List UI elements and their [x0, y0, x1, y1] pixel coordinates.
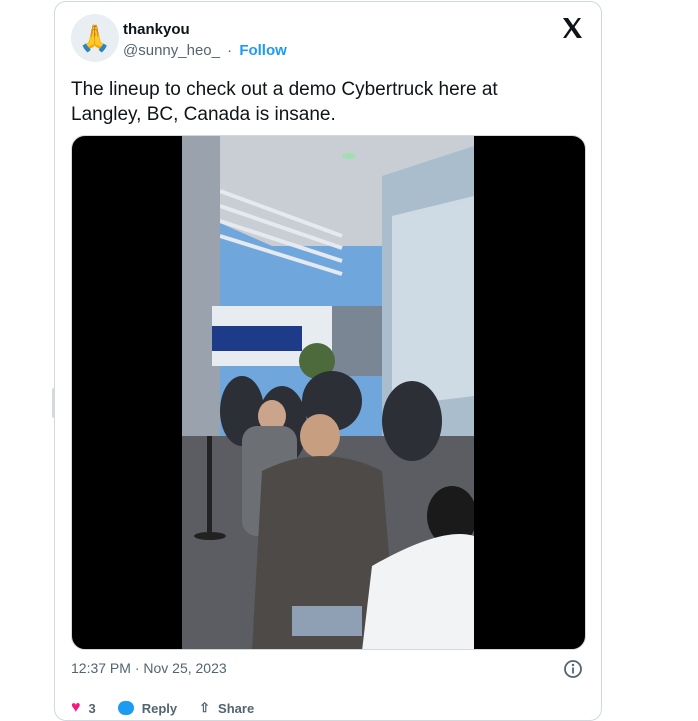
separator-dot: · — [227, 42, 233, 59]
like-button[interactable]: ♥ 3 — [71, 698, 96, 718]
tweet-card: 🙏 thankyou @sunny_heo_ · Follow The line… — [54, 1, 602, 721]
user-handle[interactable]: @sunny_heo_ — [123, 42, 220, 59]
like-count: 3 — [88, 700, 96, 716]
reply-label: Reply — [141, 700, 178, 716]
avatar[interactable]: 🙏 — [71, 14, 119, 62]
share-button[interactable]: ⇧ Share — [199, 698, 254, 718]
handle-row: @sunny_heo_ · Follow — [123, 42, 287, 59]
heart-icon: ♥ — [71, 699, 81, 716]
video-frame — [182, 136, 474, 649]
video-media[interactable] — [71, 135, 586, 650]
share-label: Share — [218, 700, 255, 716]
x-logo-icon[interactable] — [560, 16, 584, 40]
reply-icon — [117, 701, 134, 715]
tweet-text: The lineup to check out a demo Cybertruc… — [71, 79, 498, 125]
reply-button[interactable]: Reply — [117, 698, 178, 718]
follow-button[interactable]: Follow — [239, 42, 287, 59]
tweet-timestamp[interactable]: 12:37 PM · Nov 25, 2023 — [71, 660, 227, 676]
info-icon[interactable] — [563, 659, 583, 679]
display-name[interactable]: thankyou — [123, 21, 190, 38]
tweet-actions: ♥ 3 Reply ⇧ Share — [71, 698, 254, 718]
share-icon: ⇧ — [199, 700, 211, 715]
avatar-emoji: 🙏 — [78, 22, 112, 53]
